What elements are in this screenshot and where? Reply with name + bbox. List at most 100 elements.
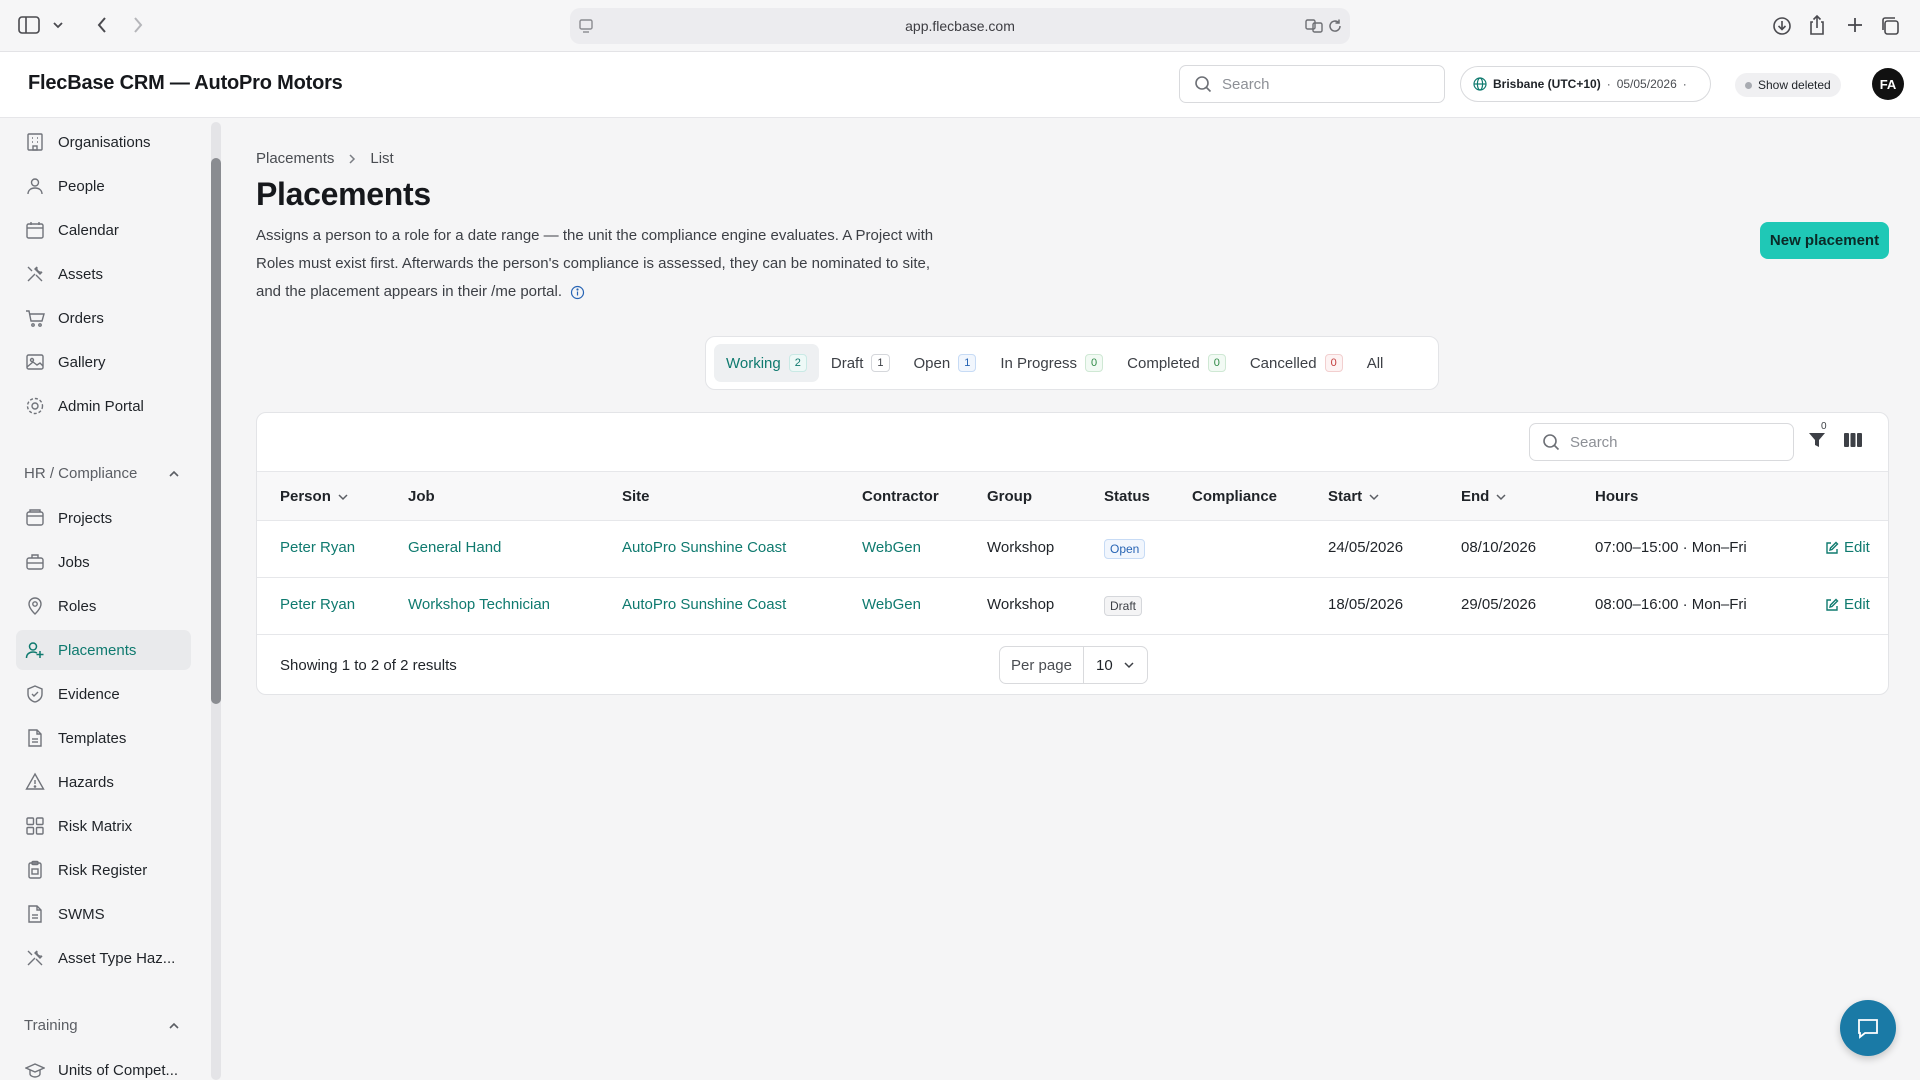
sidebar-item-jobs[interactable]: Jobs <box>16 542 191 582</box>
column-header-group: Group <box>987 488 1032 505</box>
sidebar-item-risk-matrix[interactable]: Risk Matrix <box>16 806 191 846</box>
calendar-icon <box>24 219 46 241</box>
sidebar-scrollbar-thumb[interactable] <box>211 158 221 704</box>
sidebar-item-risk-register[interactable]: Risk Register <box>16 850 191 890</box>
sidebar-toggle-icon[interactable] <box>18 16 40 34</box>
chevron-down-icon <box>1123 661 1135 669</box>
sidebar-item-people[interactable]: People <box>16 166 191 206</box>
edit-label: Edit <box>1844 596 1870 613</box>
sidebar-item-gallery[interactable]: Gallery <box>16 342 191 382</box>
sidebar-item-label: Gallery <box>58 353 106 371</box>
filter-icon[interactable] <box>1808 431 1826 449</box>
back-icon[interactable] <box>96 16 108 34</box>
chevron-down-icon[interactable] <box>52 20 64 30</box>
sidebar-item-projects[interactable]: Projects <box>16 498 191 538</box>
page-settings-icon[interactable] <box>578 18 594 34</box>
sidebar-item-asset-type-hazards[interactable]: Asset Type Haz... <box>16 938 191 978</box>
tab-open[interactable]: Open 1 <box>902 344 989 382</box>
sidebar-item-evidence[interactable]: Evidence <box>16 674 191 714</box>
tab-draft[interactable]: Draft 1 <box>819 344 902 382</box>
column-label: Compliance <box>1192 488 1278 505</box>
cell-person-link[interactable]: Peter Ryan <box>280 539 355 556</box>
address-bar[interactable]: app.flecbase.com <box>570 8 1350 44</box>
show-deleted-toggle[interactable]: Show deleted <box>1735 73 1841 97</box>
sidebar-item-calendar[interactable]: Calendar <box>16 210 191 250</box>
cell-site-link[interactable]: AutoPro Sunshine Coast <box>622 596 786 613</box>
cart-icon <box>24 307 46 329</box>
cell-person-link[interactable]: Peter Ryan <box>280 596 355 613</box>
tab-label: Cancelled <box>1249 354 1317 372</box>
cell-job-link[interactable]: General Hand <box>408 539 501 556</box>
tab-in-progress[interactable]: In Progress 0 <box>988 344 1115 382</box>
cell-contractor-link[interactable]: WebGen <box>862 539 921 556</box>
sidebar-item-label: Projects <box>58 509 113 527</box>
sidebar-item-placements[interactable]: Placements <box>16 630 191 670</box>
column-label: Site <box>622 488 650 505</box>
sidebar-item-hazards[interactable]: Hazards <box>16 762 191 802</box>
avatar[interactable]: FA <box>1872 68 1904 100</box>
per-page-select[interactable]: Per page 10 <box>999 646 1148 684</box>
sidebar-item-label: SWMS <box>58 905 105 923</box>
sidebar-section-training[interactable]: Training <box>24 1017 180 1034</box>
new-placement-button[interactable]: New placement <box>1760 222 1889 259</box>
toggle-dot-icon <box>1745 81 1752 89</box>
cell-job-link[interactable]: Workshop Technician <box>408 596 550 613</box>
download-icon[interactable] <box>1772 16 1792 36</box>
column-header-person[interactable]: Person <box>280 488 349 505</box>
chevron-up-icon <box>168 470 180 478</box>
sidebar-item-label: Asset Type Haz... <box>58 949 176 967</box>
cell-start: 18/05/2026 <box>1328 596 1404 613</box>
chat-button[interactable] <box>1840 1000 1896 1056</box>
sidebar-item-units-of-competency[interactable]: Units of Compet... <box>16 1050 191 1080</box>
cell-site-link[interactable]: AutoPro Sunshine Coast <box>622 539 786 556</box>
sidebar-item-label: Hazards <box>58 773 114 791</box>
columns-toggle-icon[interactable] <box>1843 431 1863 449</box>
tab-working[interactable]: Working 2 <box>714 344 819 382</box>
warning-icon <box>24 771 46 793</box>
sidebar-item-label: Organisations <box>58 133 151 151</box>
per-page-dropdown[interactable]: 10 <box>1084 647 1147 683</box>
breadcrumb-placements[interactable]: Placements <box>256 150 334 167</box>
sidebar-item-label: Risk Matrix <box>58 817 133 835</box>
sidebar-item-roles[interactable]: Roles <box>16 586 191 626</box>
sidebar-item-label: Placements <box>58 641 137 659</box>
sidebar-item-templates[interactable]: Templates <box>16 718 191 758</box>
forward-icon[interactable] <box>132 16 144 34</box>
table-header: Person Job Site Contractor Group Status … <box>257 471 1888 521</box>
tab-count-badge: 2 <box>788 354 807 372</box>
tab-completed[interactable]: Completed 0 <box>1115 344 1238 382</box>
sidebar-item-orders[interactable]: Orders <box>16 298 191 338</box>
table-search-input[interactable]: Search <box>1529 423 1794 461</box>
placements-table-card: Search 0 Person Job Site Contractor Grou… <box>256 412 1889 695</box>
edit-button[interactable]: Edit <box>1825 539 1870 556</box>
tabs-overview-icon[interactable] <box>1880 16 1900 36</box>
new-tab-icon[interactable] <box>1846 16 1864 34</box>
grid-icon <box>24 815 46 837</box>
column-label: Hours <box>1595 488 1639 505</box>
user-plus-icon <box>24 639 46 661</box>
sidebar-item-label: Evidence <box>58 685 120 703</box>
tab-all[interactable]: All <box>1355 344 1396 382</box>
sidebar-section-hr-compliance[interactable]: HR / Compliance <box>24 465 180 482</box>
info-icon[interactable] <box>570 285 585 300</box>
tab-label: In Progress <box>1000 354 1078 372</box>
share-icon[interactable] <box>1808 14 1826 36</box>
sidebar-item-admin-portal[interactable]: Admin Portal <box>16 386 191 426</box>
sidebar-item-assets[interactable]: Assets <box>16 254 191 294</box>
column-header-start[interactable]: Start <box>1328 488 1380 505</box>
timezone-selector[interactable]: Brisbane (UTC+10) · 05/05/2026 · <box>1460 66 1711 102</box>
column-header-end[interactable]: End <box>1461 488 1507 505</box>
cell-contractor-link[interactable]: WebGen <box>862 596 921 613</box>
sidebar-item-organisations[interactable]: Organisations <box>16 122 191 162</box>
reload-icon[interactable] <box>1327 18 1343 34</box>
cell-hours: 08:00–16:00 · Mon–Fri <box>1595 596 1747 613</box>
cell-hours: 07:00–15:00 · Mon–Fri <box>1595 539 1747 556</box>
translate-icon[interactable] <box>1305 18 1323 34</box>
sidebar-item-swms[interactable]: SWMS <box>16 894 191 934</box>
sidebar-item-label: Roles <box>58 597 97 615</box>
clipboard-icon <box>24 859 46 881</box>
global-search-input[interactable]: Search <box>1179 65 1445 103</box>
sidebar-item-label: Admin Portal <box>58 397 144 415</box>
edit-button[interactable]: Edit <box>1825 596 1870 613</box>
tab-cancelled[interactable]: Cancelled 0 <box>1238 344 1355 382</box>
